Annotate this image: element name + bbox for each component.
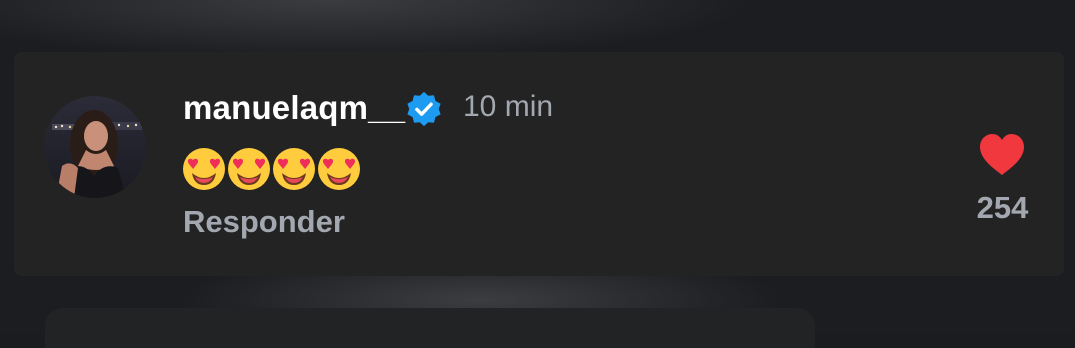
like-count: 254 — [976, 190, 1029, 225]
avatar-photo — [44, 96, 146, 198]
avatar[interactable] — [44, 96, 146, 198]
next-comment-card — [45, 308, 815, 348]
heart-eyes-emoji-icon — [273, 148, 315, 190]
heart-eyes-emoji-icon — [183, 148, 225, 190]
heart-icon[interactable] — [978, 133, 1026, 177]
comment-text: 😍😍😍😍 — [182, 147, 361, 191]
verified-badge-icon — [407, 91, 441, 127]
comment-time: 10 min — [463, 90, 554, 123]
heart-eyes-emoji-icon — [228, 148, 270, 190]
reply-button[interactable]: Responder — [183, 204, 345, 240]
comment-card — [14, 52, 1064, 276]
heart-eyes-emoji-icon — [318, 148, 360, 190]
username[interactable]: manuelaqm__ — [183, 89, 405, 127]
